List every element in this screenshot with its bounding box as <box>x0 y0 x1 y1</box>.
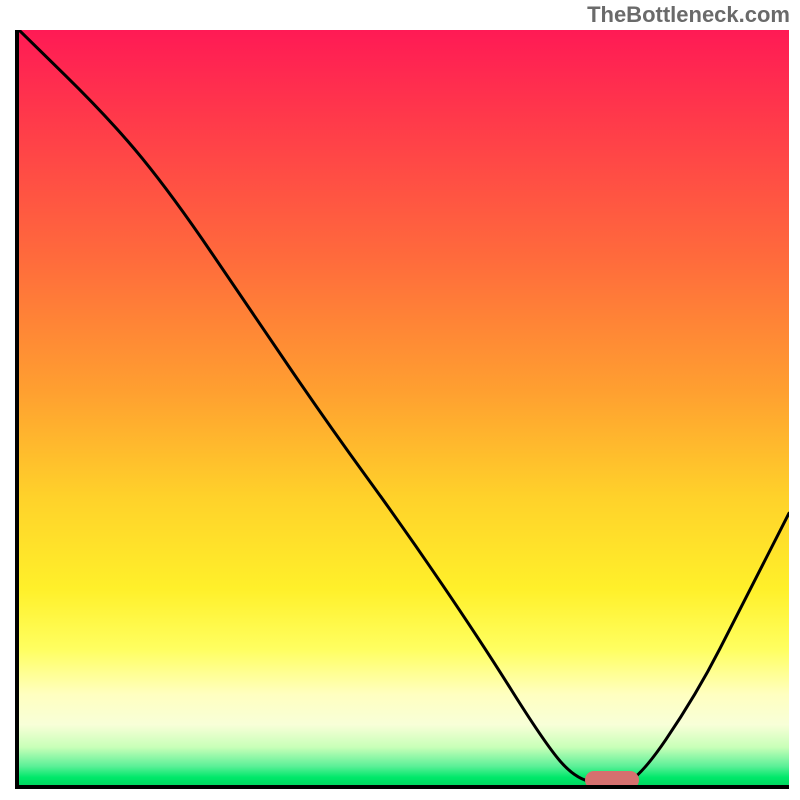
optimal-marker <box>585 771 639 789</box>
plot-area <box>15 30 789 789</box>
chart-frame: TheBottleneck.com <box>0 0 800 800</box>
bottleneck-curve <box>19 30 789 785</box>
watermark-text: TheBottleneck.com <box>587 2 790 28</box>
